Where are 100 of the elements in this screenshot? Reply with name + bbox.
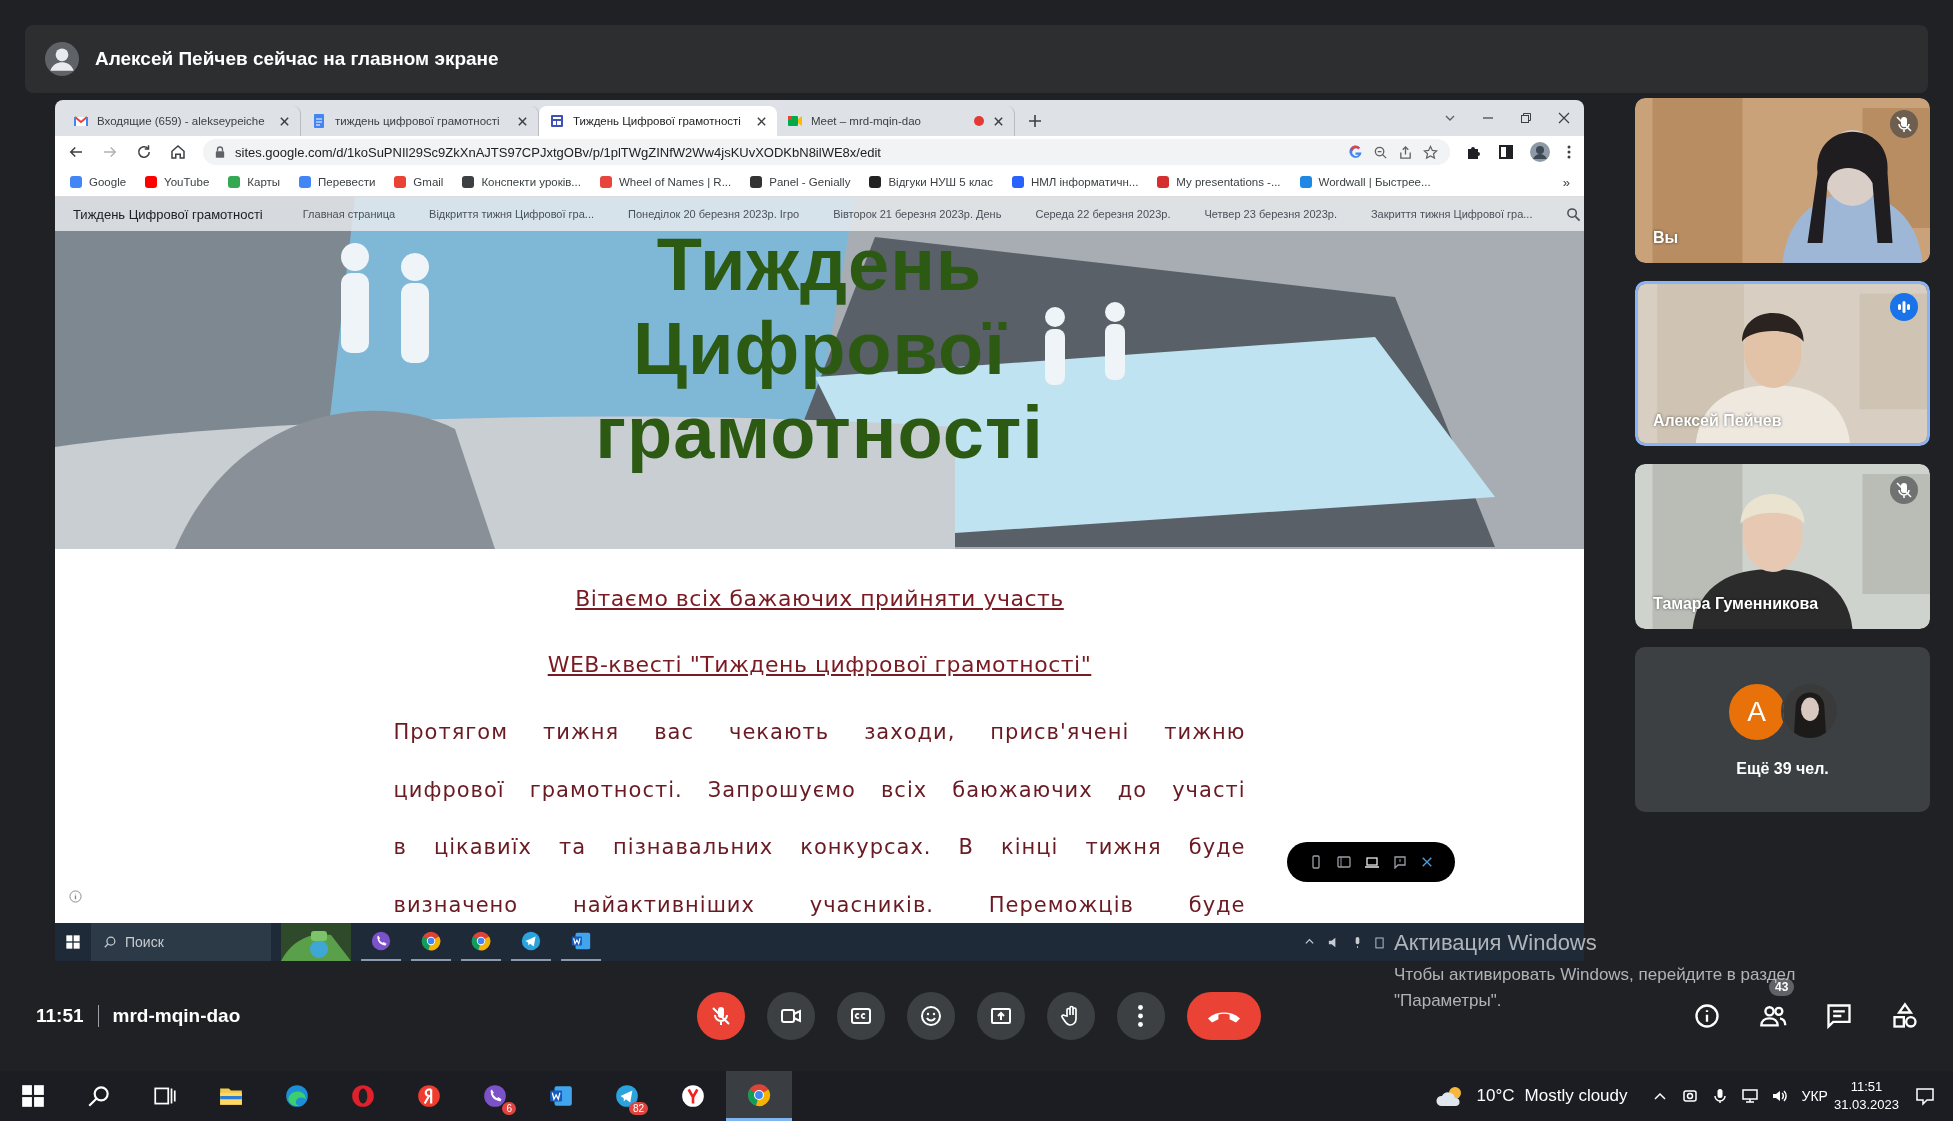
round-browser-logo-icon[interactable]: [470, 930, 492, 952]
site-name[interactable]: Тиждень Цифрової грамотності: [73, 206, 263, 222]
paper-plane-icon[interactable]: [520, 930, 542, 952]
side-panel-icon[interactable]: [1498, 144, 1514, 160]
tab-favicon-icon: [787, 113, 803, 129]
camera-icon[interactable]: [1681, 1088, 1698, 1104]
windows-logo-icon[interactable]: [65, 934, 81, 950]
participant-name: Вы: [1653, 229, 1679, 247]
bookmark[interactable]: Wordwall | Быстрее...: [1298, 175, 1431, 189]
banner-text: Алексей Пейчев сейчас на главном экране: [95, 48, 499, 70]
nav-link[interactable]: Главная страница: [302, 208, 396, 220]
nav-link[interactable]: Понеділок 20 березня 2023р. Ігро: [628, 208, 800, 220]
profile-avatar-icon[interactable]: [1530, 142, 1550, 162]
address-bar[interactable]: sites.google.com/d/1koSuPNIl29Sc9ZkXnAJTS97CPJxtgOBv/p/1plTWgZINfW2Ww4jsKUvXODKbN8ilWE8x/edit: [203, 139, 1450, 165]
kebab-menu-icon[interactable]: [1566, 144, 1572, 160]
clock[interactable]: 11:51 31.03.2023: [1833, 1078, 1899, 1114]
g-logo-icon[interactable]: [1348, 144, 1363, 160]
nav-link[interactable]: Закриття тижня Цифрової гра...: [1370, 208, 1533, 220]
bookmark[interactable]: Wheel of Names | R...: [598, 175, 732, 189]
info-icon: [1693, 1001, 1721, 1030]
bookmark[interactable]: Panel - Genially: [749, 175, 851, 189]
speaker-icon[interactable]: [1771, 1088, 1788, 1104]
restore-icon[interactable]: [1520, 112, 1532, 124]
chat-icon: [1825, 1001, 1853, 1030]
notifications-icon[interactable]: [1915, 1086, 1935, 1106]
share-icon[interactable]: [1398, 144, 1413, 160]
nav-link[interactable]: Середа 22 березня 2023р.: [1035, 208, 1171, 220]
bookmark[interactable]: Відгуки НУШ 5 клас: [868, 175, 993, 189]
meeting-time: 11:51: [36, 1004, 84, 1027]
search-icon[interactable]: [1566, 206, 1582, 222]
bookmark[interactable]: Google: [69, 175, 127, 189]
puzzle-piece-icon[interactable]: [1466, 144, 1482, 160]
circle-logo-icon[interactable]: [416, 1083, 442, 1109]
text-link[interactable]: Вітаємо всіх бажаючих прийняти участь: [575, 582, 1064, 616]
phone-bubble-icon[interactable]: [482, 1083, 508, 1109]
ring-logo-icon[interactable]: [350, 1083, 376, 1109]
close-icon[interactable]: [993, 115, 1004, 127]
site-logo-icon: [1298, 175, 1313, 189]
meeting-code: mrd-mqin-dao: [112, 1004, 241, 1027]
site-logo-icon: [598, 175, 613, 189]
site-logo-icon: [868, 175, 883, 189]
bookmark[interactable]: My presentations -...: [1156, 175, 1281, 189]
search-icon[interactable]: [86, 1083, 112, 1109]
bookmark[interactable]: YouTube: [144, 175, 210, 189]
keyboard-language[interactable]: УКР: [1801, 1088, 1828, 1104]
browser-circle-icon[interactable]: [680, 1083, 706, 1109]
close-icon[interactable]: [279, 115, 290, 127]
star-icon[interactable]: [1423, 144, 1438, 160]
document-logo-icon[interactable]: [548, 1083, 574, 1109]
bookmark[interactable]: Конспекти уроків...: [461, 175, 581, 189]
search-icon: [103, 935, 117, 949]
windows-logo-icon[interactable]: [20, 1083, 46, 1109]
bookmark[interactable]: Перевести: [298, 175, 376, 189]
close-icon[interactable]: [517, 115, 528, 127]
speaking-indicator-icon: [1890, 293, 1918, 321]
nav-link[interactable]: Вівторок 21 березня 2023р. День: [833, 208, 1002, 220]
site-logo-icon: [1010, 175, 1025, 189]
close-icon[interactable]: [1421, 856, 1433, 868]
smiley-icon: [918, 1003, 943, 1028]
search-placeholder: Поиск: [125, 934, 164, 950]
nav-link[interactable]: Четвер 23 березня 2023р.: [1204, 208, 1337, 220]
close-icon[interactable]: [1558, 112, 1570, 124]
home-icon[interactable]: [169, 143, 187, 161]
bookmark[interactable]: Карты: [227, 175, 281, 189]
document-logo-icon[interactable]: [570, 930, 592, 952]
text-link[interactable]: WEB-квесті "Тиждень цифрової грамотності": [547, 648, 1092, 682]
more-options-icon: [1138, 1004, 1143, 1027]
site-logo-icon: [461, 175, 476, 189]
temperature: 10°C: [1476, 1086, 1515, 1106]
battery-icon[interactable]: [1375, 935, 1384, 949]
nav-link[interactable]: Відкриття тижня Цифрової гра...: [429, 208, 595, 220]
taskbar-search-field[interactable]: Поиск: [91, 923, 271, 961]
participant-name: Алексей Пейчев: [1653, 412, 1782, 430]
new-tab-icon[interactable]: [1027, 113, 1043, 129]
activation-text: "Параметры".: [1394, 991, 1502, 1010]
round-browser-logo-icon[interactable]: [420, 930, 442, 952]
site-logo-icon: [1156, 175, 1171, 189]
zoom-out-icon[interactable]: [1373, 144, 1388, 160]
tab-favicon-icon: [311, 113, 327, 129]
close-icon[interactable]: [756, 115, 767, 127]
phone-bubble-icon[interactable]: [370, 930, 392, 952]
bookmark[interactable]: НМЛ інформатичн...: [1010, 175, 1139, 189]
round-browser-logo-icon[interactable]: [746, 1081, 772, 1108]
reload-icon[interactable]: [135, 143, 153, 161]
bookmark[interactable]: Gmail: [393, 175, 444, 189]
activation-title: Активация Windows: [1394, 930, 1598, 956]
microphone-icon[interactable]: [1711, 1088, 1728, 1104]
leave-call-button[interactable]: [1186, 991, 1261, 1040]
browser-tab[interactable]: Тиждень Цифрової грамотності: [539, 106, 777, 136]
tab-favicon-icon: [73, 113, 89, 129]
laptop-icon[interactable]: [1365, 855, 1379, 869]
network-icon[interactable]: [1741, 1088, 1758, 1104]
tablet-icon[interactable]: [1337, 855, 1351, 869]
comment-icon[interactable]: [1393, 855, 1407, 869]
site-logo-icon: [227, 175, 242, 189]
swirl-logo-icon[interactable]: [284, 1083, 310, 1109]
more-bookmarks[interactable]: »: [1562, 174, 1570, 190]
more-participants-label: Ещё 39 чел.: [1736, 759, 1829, 778]
phone-icon[interactable]: [1309, 855, 1323, 869]
intro-paragraph: Протягом тижня вас чекають заходи, присв'ячені тижню цифрової грамотності. Запрошуємо всіх баюжаючих до участі в цікавиїх та пізнавальних конкурсах. В кінці тижня буде визначено найактивніших учасників. Переможців буде: [393, 719, 1246, 919]
